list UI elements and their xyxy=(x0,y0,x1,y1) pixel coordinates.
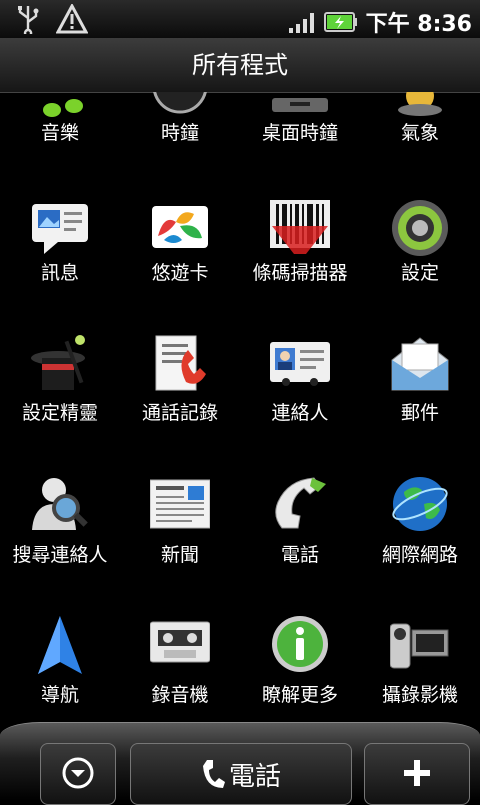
app-label: 新聞 xyxy=(160,544,199,566)
app-label: 攝錄影機 xyxy=(381,684,458,706)
app-internet[interactable]: 網際網路 xyxy=(360,474,480,574)
app-label: 導航 xyxy=(40,684,79,706)
app-contacts[interactable]: 連絡人 xyxy=(240,340,360,440)
plus-icon xyxy=(404,760,430,786)
all-apps-collapse-button[interactable] xyxy=(40,743,116,805)
app-label: 連絡人 xyxy=(271,402,329,424)
app-label: 搜尋連絡人 xyxy=(12,544,108,566)
app-grid[interactable]: 音樂 時鐘 桌面時鐘 氣象 訊息 悠遊卡 條碼掃描器 設定 設定精靈 通話記錄 … xyxy=(0,92,480,732)
app-mail[interactable]: 郵件 xyxy=(360,337,480,440)
app-music[interactable]: 音樂 xyxy=(0,92,120,170)
app-label: 錄音機 xyxy=(151,684,209,706)
app-news[interactable]: 新聞 xyxy=(120,474,240,574)
app-label: 瞭解更多 xyxy=(261,684,338,706)
weather-icon xyxy=(398,92,442,116)
app-camcorder[interactable]: 攝錄影機 xyxy=(360,614,480,714)
app-learn-more[interactable]: 瞭解更多 xyxy=(240,614,360,714)
clock-time: 下午 8:36 xyxy=(365,12,472,37)
status-bar: 下午 8:36 xyxy=(0,0,480,38)
app-voice-recorder[interactable]: 錄音機 xyxy=(120,614,240,714)
phone-icon xyxy=(275,477,326,529)
mail-icon xyxy=(391,337,449,391)
signal-icon xyxy=(288,13,314,33)
clock-icon xyxy=(153,92,207,114)
phone-button-label: 電話 xyxy=(229,762,282,792)
app-label: 郵件 xyxy=(400,402,439,424)
app-settings[interactable]: 設定 xyxy=(360,200,480,300)
app-desk-clock[interactable]: 桌面時鐘 xyxy=(240,92,360,170)
voice-recorder-icon xyxy=(150,621,210,663)
app-label: 設定精靈 xyxy=(21,402,98,424)
app-label: 電話 xyxy=(280,544,319,566)
settings-gear-icon xyxy=(392,200,448,256)
title-bar: 所有程式 xyxy=(0,38,480,93)
setup-wizard-icon xyxy=(31,335,85,390)
chevron-down-icon xyxy=(62,757,94,789)
info-icon xyxy=(272,616,328,672)
app-label: 桌面時鐘 xyxy=(261,122,338,144)
search-contacts-icon xyxy=(32,478,88,530)
news-icon xyxy=(150,479,210,529)
app-clock[interactable]: 時鐘 xyxy=(120,92,240,170)
barcode-scanner-icon xyxy=(270,200,330,254)
app-barcode-scanner[interactable]: 條碼掃描器 xyxy=(240,200,360,300)
app-setup-wizard[interactable]: 設定精靈 xyxy=(0,335,120,440)
app-navigation[interactable]: 導航 xyxy=(0,614,120,714)
warning-icon xyxy=(56,4,88,34)
app-search-contacts[interactable]: 搜尋連絡人 xyxy=(0,474,120,574)
bottom-bar: 電話 xyxy=(0,722,480,805)
app-label: 條碼掃描器 xyxy=(252,262,348,284)
music-icon xyxy=(43,99,83,117)
call-history-icon xyxy=(155,335,206,391)
phone-button[interactable]: 電話 xyxy=(130,743,352,805)
app-call-history[interactable]: 通話記錄 xyxy=(120,335,240,440)
app-label: 設定 xyxy=(400,262,439,284)
desk-clock-icon xyxy=(272,98,328,112)
app-label: 氣象 xyxy=(400,122,439,144)
page-title: 所有程式 xyxy=(192,51,288,79)
navigation-icon xyxy=(38,616,82,674)
phone-handset-icon xyxy=(203,760,225,788)
globe-icon xyxy=(392,477,448,531)
app-messages[interactable]: 訊息 xyxy=(0,200,120,300)
app-label: 網際網路 xyxy=(381,544,458,566)
messages-icon xyxy=(32,204,88,254)
app-label: 音樂 xyxy=(40,122,79,144)
add-button[interactable] xyxy=(364,743,470,805)
app-weather[interactable]: 氣象 xyxy=(360,92,480,170)
app-label: 通話記錄 xyxy=(141,402,218,424)
app-label: 悠遊卡 xyxy=(151,262,209,284)
usb-icon xyxy=(18,6,39,34)
contacts-icon xyxy=(270,342,330,386)
app-label: 訊息 xyxy=(40,262,79,284)
easycard-icon xyxy=(152,206,208,248)
app-label: 時鐘 xyxy=(160,122,199,144)
app-phone[interactable]: 電話 xyxy=(240,474,360,574)
camcorder-icon xyxy=(390,623,449,669)
battery-charging-icon xyxy=(323,12,357,32)
app-easycard[interactable]: 悠遊卡 xyxy=(120,200,240,300)
